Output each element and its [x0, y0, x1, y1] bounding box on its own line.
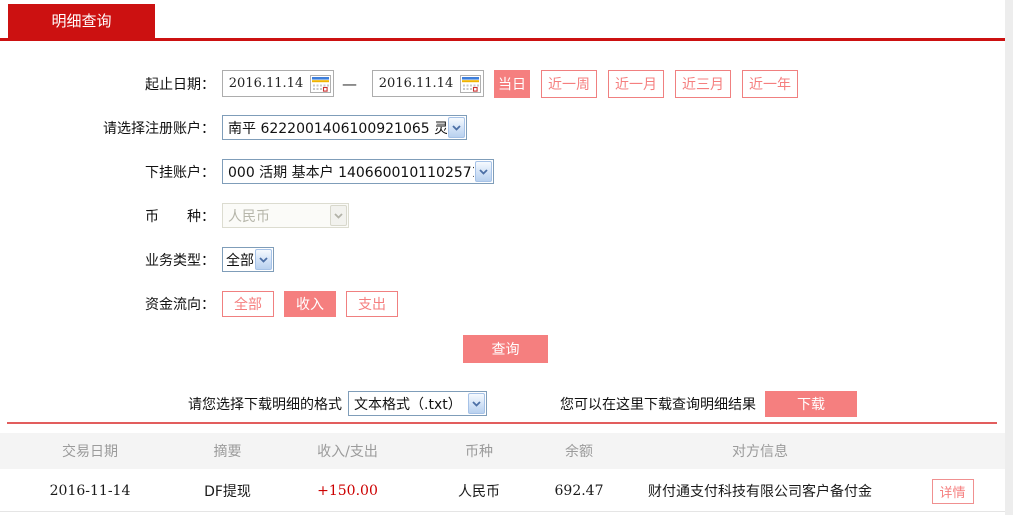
form-row-business-type: 业务类型： 全部: [0, 246, 1005, 273]
tab-bar: 明细查询: [0, 0, 1005, 41]
table-header: 交易日期 摘要 收入/支出 币种 余额 对方信息: [0, 433, 1005, 469]
register-account-select[interactable]: 南平 6222001406100921065 灵通卡: [222, 115, 467, 140]
scrollbar-track[interactable]: [1005, 0, 1013, 515]
cell-counterparty: 财付通支付科技有限公司客户备付金: [648, 484, 872, 500]
chevron-down-icon: [448, 117, 465, 138]
quick-quarter-button[interactable]: 近三月: [675, 69, 731, 98]
sub-account-select[interactable]: 000 活期 基本户 1406600101102571848: [222, 159, 494, 184]
form-row-date-range: 起止日期： 2016.11.14 — 2016.11.14 当日 近一周 近一月…: [0, 69, 1005, 98]
sub-account-value: 000 活期 基本户 1406600101102571848: [228, 164, 474, 181]
business-type-select[interactable]: 全部: [222, 247, 274, 272]
form-row-fund-flow: 资金流向： 全部 收入 支出: [0, 290, 1005, 317]
header-currency: 币种: [465, 444, 493, 460]
form-row-currency: 币 种： 人民币: [0, 202, 1005, 229]
download-button[interactable]: 下载: [765, 390, 857, 417]
fund-flow-label: 资金流向：: [145, 296, 215, 313]
date-from-input[interactable]: 2016.11.14: [222, 70, 334, 97]
detail-button[interactable]: 详情: [931, 478, 974, 504]
currency-label: 币 种：: [145, 208, 215, 225]
download-hint: 您可以在这里下载查询明细结果: [560, 396, 756, 413]
business-type-label: 业务类型：: [145, 252, 215, 269]
register-account-value: 南平 6222001406100921065 灵通卡: [228, 120, 447, 137]
header-date: 交易日期: [62, 444, 118, 460]
chevron-down-icon: [468, 393, 485, 414]
date-to-input[interactable]: 2016.11.14: [372, 70, 484, 97]
cell-action: 详情: [900, 478, 1005, 504]
table-top-divider: [7, 422, 997, 424]
date-range-label: 起止日期：: [145, 76, 215, 93]
content: 明细查询 起止日期： 2016.11.14 — 2016.11.14 当日 近一…: [0, 0, 1005, 512]
date-separator: —: [342, 74, 357, 93]
cell-amount: +150.00: [317, 483, 378, 499]
query-row: 查询: [0, 335, 1005, 363]
fund-flow-all-button[interactable]: 全部: [222, 290, 274, 317]
page: 明细查询 起止日期： 2016.11.14 — 2016.11.14 当日 近一…: [0, 0, 1013, 515]
quick-today-button[interactable]: 当日: [494, 69, 530, 98]
register-account-label: 请选择注册账户：: [103, 120, 215, 137]
business-type-value: 全部: [226, 252, 254, 269]
table-row: 2016-11-14 DF提现 +150.00 人民币 692.47 财付通支付…: [0, 471, 1005, 512]
header-balance: 余额: [565, 444, 593, 460]
chevron-down-icon: [475, 161, 492, 182]
date-from-value: 2016.11.14: [228, 76, 304, 91]
currency-value: 人民币: [228, 208, 270, 225]
tab-detail-query[interactable]: 明细查询: [8, 4, 155, 38]
quick-week-button[interactable]: 近一周: [541, 69, 597, 98]
header-summary: 摘要: [213, 444, 242, 460]
download-format-select[interactable]: 文本格式（.txt）: [348, 391, 487, 416]
currency-select: 人民币: [222, 203, 349, 228]
date-to-value: 2016.11.14: [378, 76, 454, 91]
header-counterparty: 对方信息: [732, 444, 788, 460]
calendar-icon[interactable]: [309, 74, 332, 94]
cell-date: 2016-11-14: [49, 483, 131, 499]
form-row-sub-account: 下挂账户： 000 活期 基本户 1406600101102571848: [0, 158, 1005, 185]
header-in-out: 收入/支出: [317, 444, 378, 460]
calendar-icon[interactable]: [459, 74, 482, 94]
chevron-down-icon: [330, 205, 347, 226]
download-row: 请您选择下载明细的格式 文本格式（.txt） 您可以在这里下载查询明细结果 下载: [0, 390, 1005, 417]
quick-month-button[interactable]: 近一月: [608, 69, 664, 98]
cell-balance: 692.47: [554, 483, 604, 499]
form-row-register-account: 请选择注册账户： 南平 6222001406100921065 灵通卡: [0, 114, 1005, 141]
chevron-down-icon: [255, 249, 272, 270]
fund-flow-expense-button[interactable]: 支出: [346, 290, 398, 317]
query-button[interactable]: 查询: [463, 335, 548, 363]
cell-summary: DF提现: [204, 484, 251, 500]
cell-currency: 人民币: [458, 484, 500, 500]
download-format-label: 请您选择下载明细的格式: [188, 396, 342, 413]
download-format-value: 文本格式（.txt）: [354, 396, 462, 413]
query-form: 起止日期： 2016.11.14 — 2016.11.14 当日 近一周 近一月…: [0, 41, 1005, 363]
sub-account-label: 下挂账户：: [145, 164, 215, 181]
quick-year-button[interactable]: 近一年: [742, 69, 798, 98]
fund-flow-income-button[interactable]: 收入: [284, 290, 336, 317]
